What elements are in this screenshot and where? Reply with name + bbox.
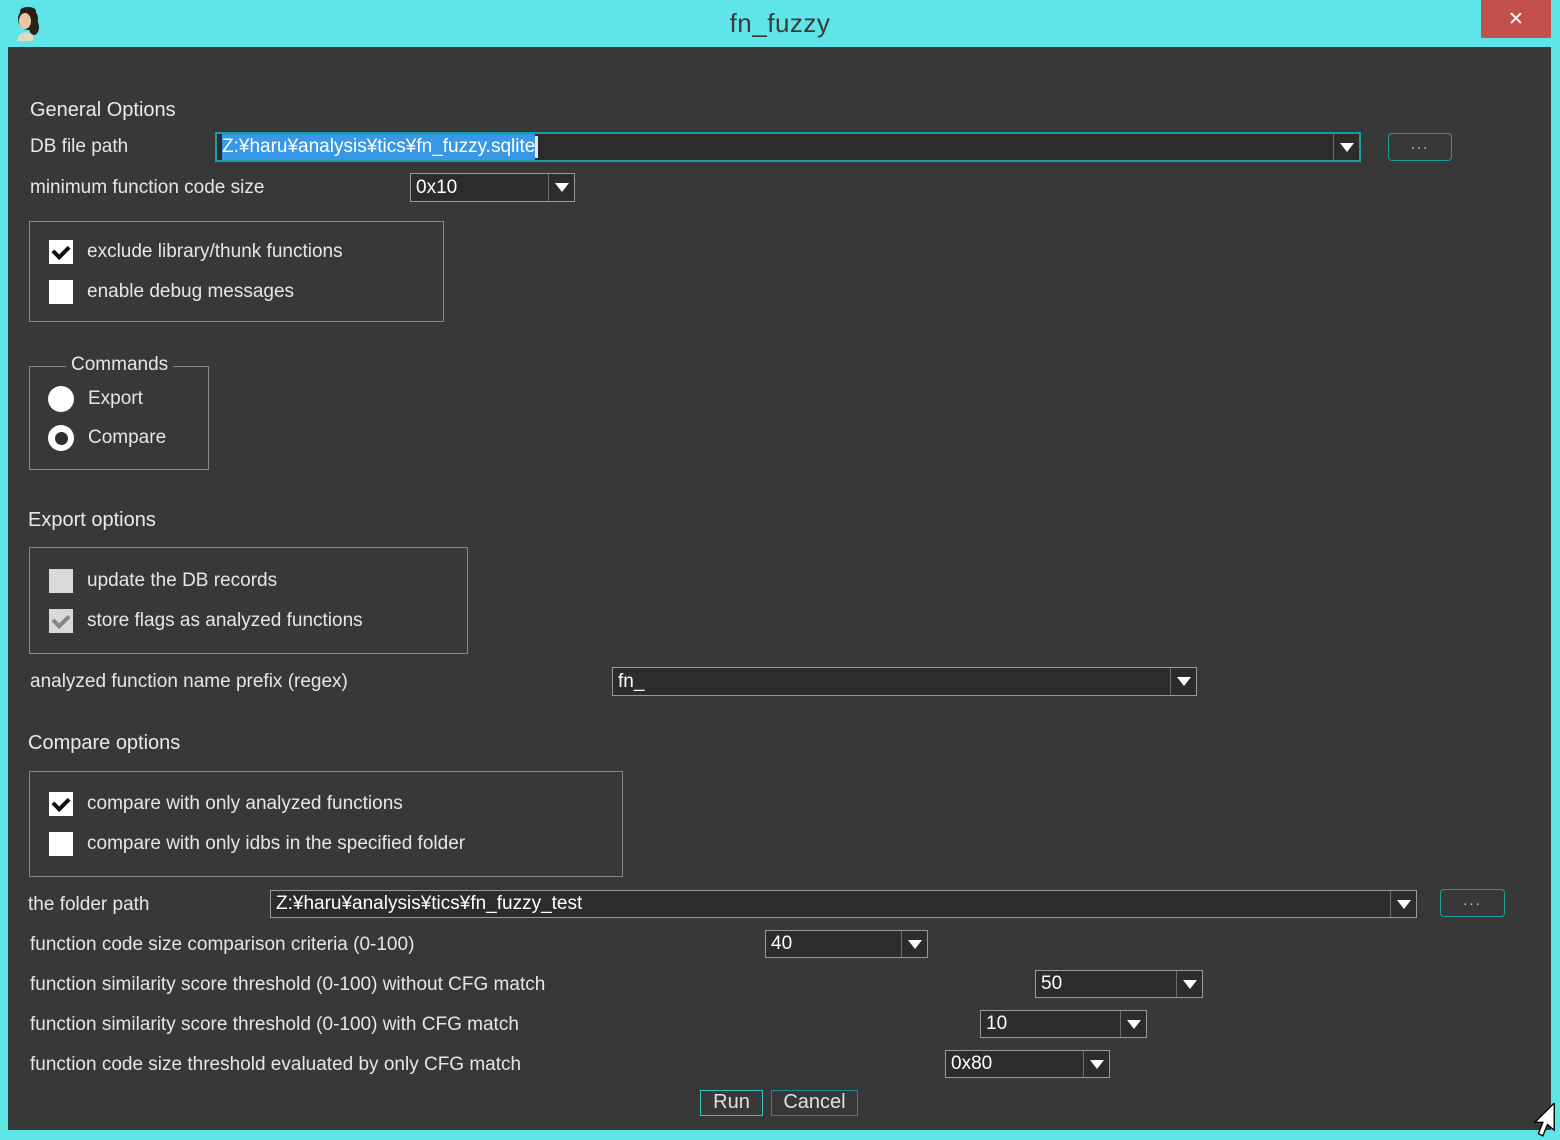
triangle-glyph (1177, 677, 1191, 686)
chevron-down-icon[interactable] (1120, 1011, 1146, 1037)
triangle-glyph (1397, 900, 1411, 909)
enable-debug-label: enable debug messages (87, 281, 294, 303)
min-func-size-label: minimum function code size (30, 176, 264, 200)
compare-radio[interactable] (48, 425, 74, 451)
update-db-records-checkbox (49, 569, 73, 593)
sim-without-cfg-combo[interactable]: 50 (1035, 970, 1203, 998)
folder-path-label: the folder path (28, 893, 149, 917)
update-db-records-label: update the DB records (87, 570, 277, 592)
export-options-group: update the DB records store flags as ana… (29, 547, 468, 654)
db-browse-button[interactable]: ... (1388, 133, 1452, 161)
sim-with-cfg-value: 10 (981, 1011, 1120, 1037)
option-row: Compare (48, 425, 166, 451)
exclude-library-checkbox[interactable] (49, 240, 73, 264)
compare-idbs-folder-checkbox[interactable] (49, 832, 73, 856)
text-caret (535, 136, 538, 158)
option-row: store flags as analyzed functions (49, 608, 363, 634)
size-threshold-combo[interactable]: 0x80 (945, 1050, 1110, 1078)
chevron-down-icon[interactable] (1333, 134, 1359, 160)
export-options-heading: Export options (28, 508, 156, 532)
chevron-down-icon[interactable] (548, 174, 574, 201)
chevron-down-icon[interactable] (901, 931, 927, 957)
size-threshold-label: function code size threshold evaluated b… (30, 1053, 521, 1077)
close-button[interactable]: ✕ (1481, 0, 1551, 38)
option-row: compare with only analyzed functions (49, 791, 403, 817)
min-func-size-value: 0x10 (411, 174, 548, 201)
general-checkbox-group: exclude library/thunk functions enable d… (29, 221, 444, 322)
titlebar: fn_fuzzy ✕ (0, 0, 1560, 47)
store-flags-checkbox (49, 609, 73, 633)
triangle-glyph (908, 940, 922, 949)
db-file-path-value: Z:¥haru¥analysis¥tics¥fn_fuzzy.sqlite (222, 134, 535, 160)
commands-legend: Commands (66, 354, 173, 376)
triangle-glyph (1183, 980, 1197, 989)
prefix-label: analyzed function name prefix (regex) (30, 670, 348, 694)
size-threshold-value: 0x80 (946, 1051, 1083, 1077)
sim-without-cfg-value: 50 (1036, 971, 1176, 997)
triangle-glyph (555, 183, 569, 192)
min-func-size-combo[interactable]: 0x10 (410, 173, 575, 202)
criteria-value: 40 (766, 931, 901, 957)
fn-fuzzy-dialog: fn_fuzzy ✕ General Options DB file path … (0, 0, 1560, 1140)
db-file-path-value-wrap: Z:¥haru¥analysis¥tics¥fn_fuzzy.sqlite (217, 134, 1333, 160)
compare-radio-label: Compare (88, 427, 166, 449)
export-radio[interactable] (48, 386, 74, 412)
chevron-down-icon[interactable] (1083, 1051, 1109, 1077)
option-row: enable debug messages (49, 279, 294, 305)
store-flags-label: store flags as analyzed functions (87, 610, 363, 632)
criteria-combo[interactable]: 40 (765, 930, 928, 958)
triangle-glyph (1340, 143, 1354, 152)
chevron-down-icon[interactable] (1176, 971, 1202, 997)
commands-group: Commands Export Compare (29, 366, 209, 470)
sim-with-cfg-combo[interactable]: 10 (980, 1010, 1147, 1038)
compare-options-group: compare with only analyzed functions com… (29, 771, 623, 877)
option-row: update the DB records (49, 568, 277, 594)
mouse-cursor (1529, 1103, 1559, 1137)
prefix-combo[interactable]: fn_ (612, 667, 1197, 696)
sim-with-cfg-label: function similarity score threshold (0-1… (30, 1013, 519, 1037)
chevron-down-icon[interactable] (1390, 891, 1416, 917)
folder-path-value: Z:¥haru¥analysis¥tics¥fn_fuzzy_test (271, 891, 1390, 917)
prefix-value: fn_ (613, 668, 1170, 695)
compare-idbs-folder-label: compare with only idbs in the specified … (87, 833, 465, 855)
cancel-button[interactable]: Cancel (771, 1090, 858, 1116)
compare-analyzed-checkbox[interactable] (49, 792, 73, 816)
compare-analyzed-label: compare with only analyzed functions (87, 793, 403, 815)
folder-browse-button[interactable]: ... (1440, 889, 1505, 917)
criteria-label: function code size comparison criteria (… (30, 933, 414, 957)
folder-path-combo[interactable]: Z:¥haru¥analysis¥tics¥fn_fuzzy_test (270, 890, 1417, 918)
db-file-path-combo[interactable]: Z:¥haru¥analysis¥tics¥fn_fuzzy.sqlite (215, 132, 1361, 162)
option-row: compare with only idbs in the specified … (49, 831, 465, 857)
db-file-path-label: DB file path (30, 135, 128, 159)
exclude-library-label: exclude library/thunk functions (87, 241, 343, 263)
export-radio-label: Export (88, 388, 143, 410)
run-button[interactable]: Run (700, 1090, 763, 1116)
dialog-body: General Options DB file path Z:¥haru¥ana… (8, 47, 1551, 1130)
enable-debug-checkbox[interactable] (49, 280, 73, 304)
triangle-glyph (1090, 1060, 1104, 1069)
window-title: fn_fuzzy (0, 8, 1560, 39)
triangle-glyph (1127, 1020, 1141, 1029)
compare-options-heading: Compare options (28, 731, 180, 755)
option-row: Export (48, 386, 143, 412)
option-row: exclude library/thunk functions (49, 239, 343, 265)
sim-without-cfg-label: function similarity score threshold (0-1… (30, 973, 545, 997)
chevron-down-icon[interactable] (1170, 668, 1196, 695)
general-options-heading: General Options (30, 98, 176, 122)
